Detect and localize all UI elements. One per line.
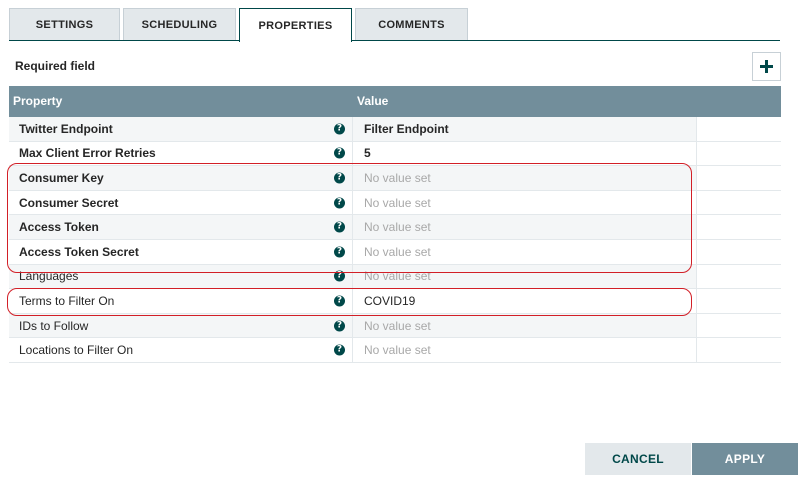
- property-name: Terms to Filter On: [9, 289, 353, 313]
- help-icon[interactable]: ?: [334, 270, 345, 282]
- table-row[interactable]: Access Token Secret ? No value set: [9, 239, 781, 265]
- property-value[interactable]: COVID19: [353, 289, 697, 313]
- cancel-button[interactable]: CANCEL: [585, 443, 691, 475]
- row-extra: [697, 215, 781, 239]
- property-name: Max Client Error Retries: [9, 141, 353, 166]
- tab-properties[interactable]: PROPERTIES: [239, 8, 352, 42]
- property-value[interactable]: No value set: [353, 166, 697, 190]
- add-property-button[interactable]: [752, 52, 781, 81]
- table-row[interactable]: Terms to Filter On ? COVID19: [9, 289, 781, 314]
- properties-table: Property Value Twitter Endpoint ? Filter…: [9, 86, 781, 363]
- help-icon[interactable]: ?: [334, 172, 345, 184]
- row-extra: [697, 289, 781, 313]
- table-row[interactable]: Locations to Filter On ? No value set: [9, 338, 781, 363]
- column-header-property: Property: [13, 94, 63, 108]
- help-icon[interactable]: ?: [334, 147, 345, 159]
- tab-comments[interactable]: COMMENTS: [355, 8, 468, 40]
- tab-settings[interactable]: SETTINGS: [9, 8, 120, 40]
- property-value[interactable]: Filter Endpoint: [353, 117, 697, 141]
- property-name: Twitter Endpoint: [9, 117, 353, 141]
- plus-icon: [760, 60, 773, 73]
- tab-bar: SETTINGS SCHEDULING PROPERTIES COMMENTS: [9, 8, 780, 42]
- row-extra: [697, 117, 781, 141]
- row-extra: [697, 314, 781, 338]
- row-extra: [697, 265, 781, 289]
- help-icon[interactable]: ?: [334, 221, 345, 233]
- tabs-divider: [9, 40, 780, 41]
- table-row[interactable]: Access Token ? No value set: [9, 215, 781, 240]
- table-row[interactable]: Max Client Error Retries ? 5: [9, 141, 781, 167]
- column-header-value: Value: [357, 94, 389, 108]
- table-header: Property Value: [9, 86, 781, 117]
- property-value[interactable]: No value set: [353, 338, 697, 362]
- property-value[interactable]: 5: [353, 141, 697, 166]
- property-name: Access Token Secret: [9, 239, 353, 264]
- help-icon[interactable]: ?: [334, 197, 345, 209]
- row-extra: [697, 142, 781, 166]
- row-extra: [697, 240, 781, 264]
- help-icon[interactable]: ?: [334, 320, 345, 332]
- tab-scheduling[interactable]: SCHEDULING: [123, 8, 236, 40]
- property-value[interactable]: No value set: [353, 264, 697, 289]
- table-row[interactable]: Consumer Key ? No value set: [9, 166, 781, 191]
- row-extra: [697, 191, 781, 215]
- table-row[interactable]: IDs to Follow ? No value set: [9, 313, 781, 339]
- table-row[interactable]: Languages ? No value set: [9, 264, 781, 290]
- table-row[interactable]: Consumer Secret ? No value set: [9, 190, 781, 216]
- required-field-label: Required field: [15, 59, 96, 73]
- property-name: Languages: [9, 264, 353, 289]
- row-extra: [697, 166, 781, 190]
- property-name: Locations to Filter On: [9, 338, 353, 362]
- property-value[interactable]: No value set: [353, 190, 697, 215]
- property-value[interactable]: No value set: [353, 313, 697, 338]
- property-name: Access Token: [9, 215, 353, 239]
- help-icon[interactable]: ?: [334, 246, 345, 258]
- property-value[interactable]: No value set: [353, 239, 697, 264]
- property-name: Consumer Secret: [9, 190, 353, 215]
- table-row[interactable]: Twitter Endpoint ? Filter Endpoint: [9, 117, 781, 142]
- help-icon[interactable]: ?: [334, 295, 345, 307]
- property-name: Consumer Key: [9, 166, 353, 190]
- help-icon[interactable]: ?: [334, 344, 345, 356]
- property-value[interactable]: No value set: [353, 215, 697, 239]
- apply-button[interactable]: APPLY: [692, 443, 798, 475]
- row-extra: [697, 338, 781, 362]
- help-icon[interactable]: ?: [334, 123, 345, 135]
- property-name: IDs to Follow: [9, 313, 353, 338]
